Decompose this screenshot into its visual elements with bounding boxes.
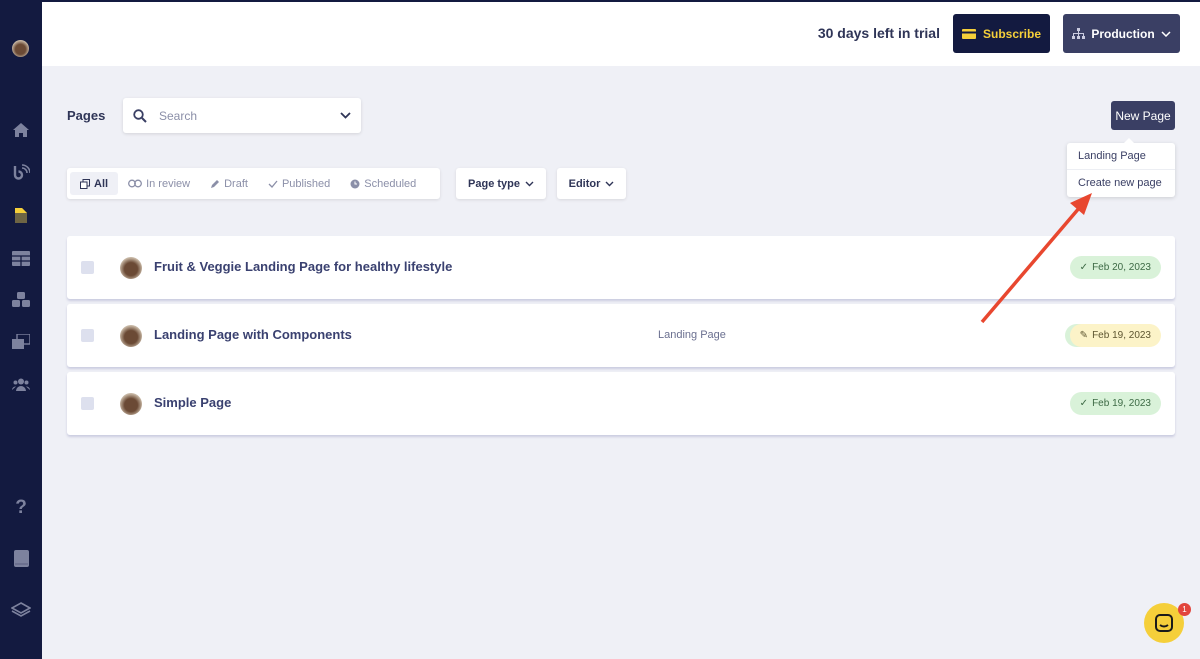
menu-item-landing-page[interactable]: Landing Page <box>1067 143 1175 169</box>
chat-icon <box>1155 614 1173 632</box>
new-page-menu: Landing Page Create new page <box>1067 138 1175 197</box>
team-icon[interactable] <box>11 374 31 394</box>
stack-icon[interactable] <box>11 600 31 620</box>
status-date: Feb 19, 2023 <box>1092 398 1151 409</box>
status-badge: ✎ Feb 19, 2023 <box>1069 324 1161 347</box>
status-badge: ✓ Feb 19, 2023 <box>1069 392 1161 415</box>
chevron-down-icon <box>605 181 614 186</box>
table-row[interactable]: Fruit & Veggie Landing Page for healthy … <box>67 236 1175 299</box>
author-avatar <box>120 257 142 279</box>
filter-scheduled[interactable]: Scheduled <box>340 172 426 195</box>
environment-label: Production <box>1091 26 1155 41</box>
chevron-down-icon <box>525 181 534 186</box>
media-icon[interactable] <box>11 332 31 352</box>
dropdown-label: Page type <box>468 177 520 190</box>
chevron-down-icon[interactable] <box>340 112 351 119</box>
filter-label: In review <box>146 177 191 190</box>
author-avatar <box>120 393 142 415</box>
filter-draft[interactable]: Draft <box>200 172 258 195</box>
broadcast-icon[interactable] <box>11 163 31 183</box>
subscribe-label: Subscribe <box>982 26 1042 41</box>
filter-label: All <box>94 177 109 190</box>
status-date: Feb 20, 2023 <box>1092 262 1151 273</box>
unread-badge: 1 <box>1178 603 1191 616</box>
filter-label: Draft <box>224 177 248 190</box>
author-avatar <box>120 325 142 347</box>
home-icon[interactable] <box>11 120 31 140</box>
chevron-down-icon <box>1161 30 1171 37</box>
table-row[interactable]: Simple Page ✓ Feb 19, 2023 <box>67 372 1175 435</box>
check-icon <box>268 180 278 188</box>
trial-status: 30 days left in trial <box>817 25 940 41</box>
row-checkbox[interactable] <box>81 261 94 274</box>
filter-label: Scheduled <box>364 177 417 190</box>
pages-icon[interactable] <box>11 205 31 225</box>
status-badge: ✓ Feb 20, 2023 <box>1069 256 1161 279</box>
status-filter-tabs: All In review Draft Published Scheduled <box>67 168 440 199</box>
menu-item-create-new-page[interactable]: Create new page <box>1067 169 1175 195</box>
dropdown-label: Editor <box>568 177 601 190</box>
user-avatar[interactable] <box>12 40 29 57</box>
sitemap-icon <box>1072 28 1086 39</box>
help-icon[interactable]: ? <box>11 497 31 518</box>
check-icon: ✓ <box>1079 398 1089 409</box>
page-title-link[interactable]: Landing Page with Components <box>154 327 352 342</box>
glasses-icon <box>128 179 143 188</box>
filter-label: Published <box>281 177 331 190</box>
page-type: Landing Page <box>658 329 726 341</box>
new-page-button[interactable]: New Page <box>1111 101 1175 130</box>
row-checkbox[interactable] <box>81 329 94 342</box>
credit-card-icon <box>961 28 976 39</box>
docs-icon[interactable] <box>11 548 31 568</box>
copy-icon <box>80 178 90 189</box>
page-title-link[interactable]: Fruit & Veggie Landing Page for healthy … <box>154 259 452 274</box>
editor-dropdown[interactable]: Editor <box>557 168 626 199</box>
search-box[interactable] <box>123 98 361 133</box>
filter-all[interactable]: All <box>70 172 119 195</box>
environment-dropdown[interactable]: Production <box>1063 14 1180 53</box>
clock-icon <box>350 179 360 188</box>
table-row[interactable]: Landing Page with Components Landing Pag… <box>67 304 1175 367</box>
pencil-icon: ✎ <box>1079 330 1089 341</box>
page-type-dropdown[interactable]: Page type <box>456 168 546 199</box>
layout-icon[interactable] <box>11 248 31 268</box>
filter-published[interactable]: Published <box>258 172 340 195</box>
status-date: Feb 19, 2023 <box>1092 330 1151 341</box>
page-title: Pages <box>67 108 106 123</box>
search-icon <box>133 108 147 123</box>
page-title-link[interactable]: Simple Page <box>154 395 231 410</box>
components-icon[interactable] <box>11 290 31 310</box>
row-checkbox[interactable] <box>81 397 94 410</box>
search-input[interactable] <box>159 108 340 123</box>
sidebar: ? <box>0 0 42 659</box>
check-icon: ✓ <box>1079 262 1089 273</box>
filter-in-review[interactable]: In review <box>118 172 200 195</box>
pencil-icon <box>211 179 220 188</box>
subscribe-button[interactable]: Subscribe <box>953 14 1050 53</box>
